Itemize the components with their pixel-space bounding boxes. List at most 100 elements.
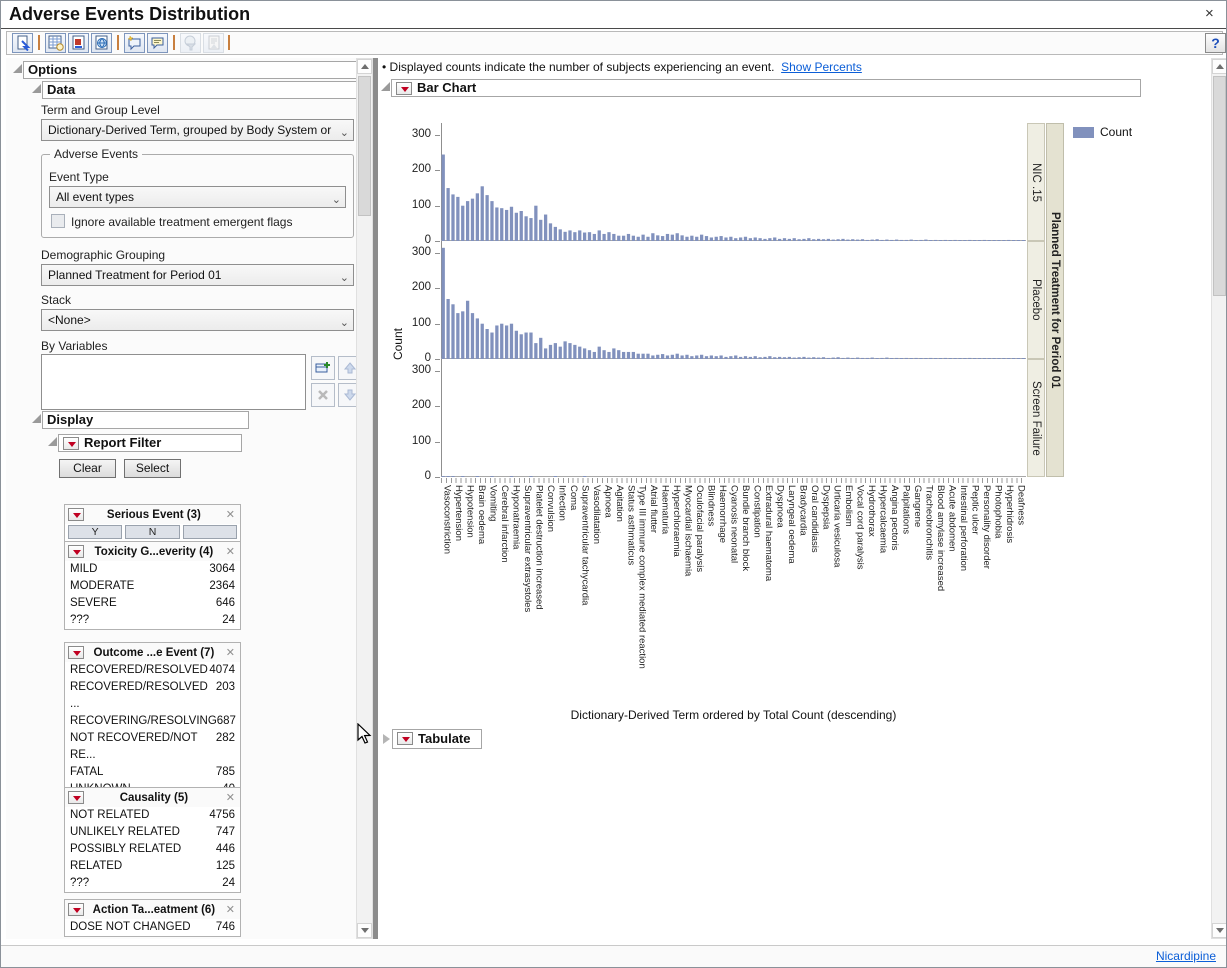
data-header[interactable]: Data (42, 81, 356, 99)
term-group-combo[interactable]: Dictionary-Derived Term, grouped by Body… (41, 119, 354, 141)
report-filter-menu-button[interactable] (63, 437, 79, 450)
scrollbar-thumb[interactable] (358, 76, 371, 216)
close-icon[interactable]: ✕ (224, 791, 237, 804)
ignore-flags-checkbox[interactable] (51, 214, 65, 228)
filter-row-label: MODERATE (70, 578, 134, 595)
filter-row-count: 746 (216, 919, 235, 936)
filter-row[interactable]: MODERATE2364 (65, 578, 240, 595)
close-icon[interactable]: ✕ (224, 508, 237, 521)
filter-row[interactable]: RELATED125 (65, 858, 240, 875)
x-axis-label: Myocardial ischaemia (683, 485, 694, 576)
collapse-triangle-tabulate[interactable] (383, 734, 390, 744)
tabulate-header[interactable]: Tabulate (392, 729, 482, 749)
filter-row[interactable]: RECOVERING/RESOLVING687 (65, 713, 240, 730)
save-picture-icon[interactable] (68, 33, 89, 53)
filter-row-label: NOT RELATED (70, 807, 149, 824)
select-button[interactable]: Select (124, 459, 181, 478)
y-tick-mark (435, 288, 440, 289)
filter-row[interactable]: DOSE NOT CHANGED746 (65, 919, 240, 936)
nicardipine-link[interactable]: Nicardipine (1156, 949, 1216, 963)
tabulate-menu-button[interactable] (397, 732, 413, 745)
y-tick-label: 200 (401, 163, 431, 175)
collapse-triangle-bar-chart[interactable] (381, 82, 390, 91)
collapse-triangle-options[interactable] (13, 64, 22, 73)
close-icon[interactable]: ✕ (224, 545, 237, 558)
filter-menu-button[interactable] (68, 508, 84, 521)
bar-chart-menu-button[interactable] (396, 82, 412, 95)
term-group-label: Term and Group Level (41, 103, 160, 117)
collapse-triangle-data[interactable] (32, 84, 41, 93)
display-header[interactable]: Display (42, 411, 249, 429)
report-scrollbar[interactable] (1211, 58, 1227, 939)
filter-value-button[interactable] (183, 525, 237, 539)
scroll-up-icon[interactable] (357, 59, 372, 74)
collapse-triangle-report-filter[interactable] (48, 437, 57, 446)
x-axis-label: Status asthmaticus (625, 485, 636, 565)
filter-row[interactable]: POSSIBLY RELATED446 (65, 841, 240, 858)
close-icon[interactable]: ✕ (224, 646, 237, 659)
edit-note-icon[interactable] (147, 33, 168, 53)
x-axis-label: Haematuria (660, 485, 671, 534)
bar-chart-header[interactable]: Bar Chart (391, 79, 1141, 97)
x-axis-label: Bradycardia (797, 485, 808, 536)
show-percents-link[interactable]: Show Percents (781, 60, 862, 74)
scroll-up-icon[interactable] (1212, 59, 1227, 74)
x-axis-label: Urticaria vesiculosa (832, 485, 843, 567)
filter-menu-button[interactable] (68, 903, 84, 916)
filter-menu-button[interactable] (68, 646, 84, 659)
stack-combo[interactable]: <None>⌄ (41, 309, 354, 331)
y-tick-label: 300 (401, 128, 431, 140)
filter-row[interactable]: UNLIKELY RELATED747 (65, 824, 240, 841)
x-axis-label: Bundle branch block (740, 485, 751, 571)
scroll-down-icon[interactable] (1212, 923, 1227, 938)
y-tick-label: 200 (401, 281, 431, 293)
y-tick-mark (435, 170, 440, 171)
filter-row-count: 24 (222, 612, 235, 629)
data-table-icon[interactable] (45, 33, 66, 53)
x-axis-label: Supraventricular tachycardia (579, 485, 590, 605)
close-icon[interactable]: ✕ (224, 903, 237, 916)
event-type-combo[interactable]: All event types⌄ (49, 186, 346, 208)
bar-series-NIC .15[interactable] (441, 123, 1026, 241)
filter-row[interactable]: RECOVERED/RESOLVED ...203 (65, 679, 240, 713)
report-filter-header[interactable]: Report Filter (58, 434, 242, 452)
filter-row[interactable]: RECOVERED/RESOLVED4074 (65, 662, 240, 679)
bar-series-Screen Failure[interactable] (441, 359, 1026, 477)
open-report-icon[interactable] (12, 33, 33, 53)
by-variables-listbox[interactable] (41, 354, 306, 410)
x-axis-label: Blindness (706, 485, 717, 526)
filter-value-button[interactable]: N (125, 525, 179, 539)
filter-row[interactable]: NOT RECOVERED/NOT RE...282 (65, 730, 240, 764)
options-header[interactable]: Options (23, 61, 356, 79)
filter-row[interactable]: NOT RELATED4756 (65, 807, 240, 824)
chevron-down-icon: ⌄ (340, 313, 349, 331)
filter-row-count: 24 (222, 875, 235, 892)
scroll-down-icon[interactable] (357, 923, 372, 938)
filter-row[interactable]: FATAL785 (65, 764, 240, 781)
close-icon[interactable]: × (1205, 5, 1214, 22)
filter-row[interactable]: SEVERE646 (65, 595, 240, 612)
filter-row[interactable]: ???24 (65, 612, 240, 629)
web-report-icon[interactable] (91, 33, 112, 53)
scrollbar-thumb[interactable] (1213, 76, 1226, 296)
add-variable-button[interactable] (311, 356, 335, 380)
filter-row[interactable]: MILD3064 (65, 561, 240, 578)
report-panel: • Displayed counts indicate the number o… (378, 58, 1211, 939)
y-tick-label: 100 (401, 317, 431, 329)
options-scrollbar[interactable] (356, 58, 373, 939)
filter-row-label: POSSIBLY RELATED (70, 841, 181, 858)
filter-menu-button[interactable] (68, 791, 84, 804)
x-axis-label: Type III immune complex mediated reactio… (637, 485, 648, 669)
filter-box-header: Action Ta...eatment (6)✕ (65, 900, 240, 919)
new-note-icon[interactable] (124, 33, 145, 53)
help-button[interactable]: ? (1205, 33, 1226, 53)
remove-variable-button (311, 383, 335, 407)
filter-value-button[interactable]: Y (68, 525, 122, 539)
bar-series-Placebo[interactable] (441, 241, 1026, 359)
collapse-triangle-display[interactable] (32, 414, 41, 423)
demographic-grouping-combo[interactable]: Planned Treatment for Period 01⌄ (41, 264, 354, 286)
clear-button[interactable]: Clear (59, 459, 116, 478)
filter-row[interactable]: ???24 (65, 875, 240, 892)
y-tick-mark (435, 359, 440, 360)
filter-menu-button[interactable] (68, 545, 84, 558)
